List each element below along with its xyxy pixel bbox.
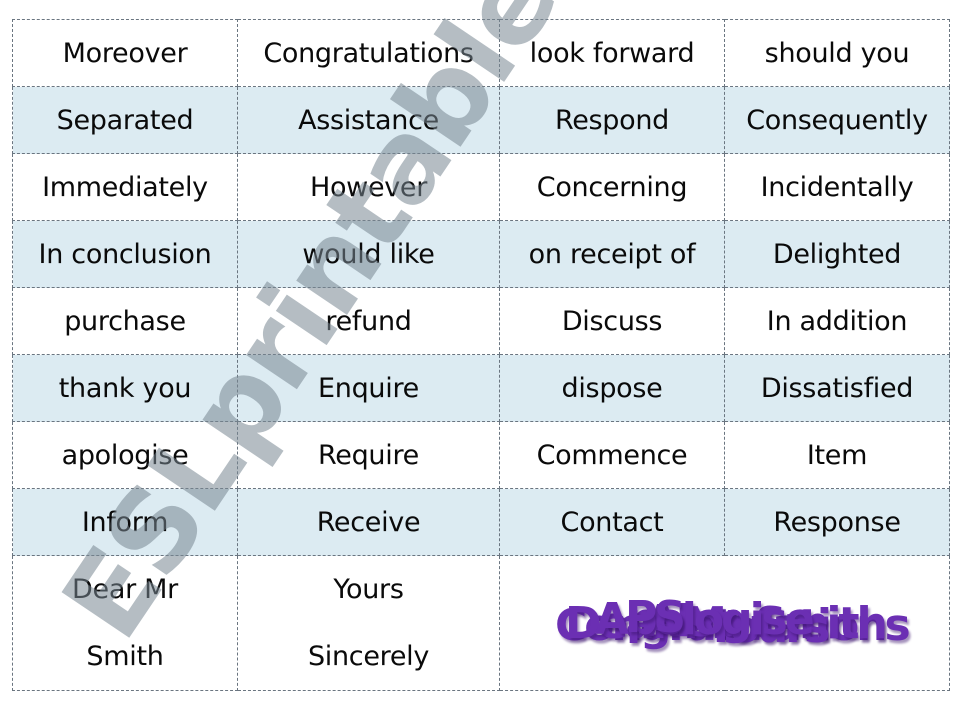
word-card[interactable]: would like (237, 220, 500, 288)
card-row: thank you Enquire dispose Dissatisfied (12, 354, 950, 422)
word-card[interactable]: Item (724, 421, 950, 489)
vocabulary-card-grid: Moreover Congratulations look forward sh… (12, 19, 950, 691)
word-card[interactable]: thank you (12, 354, 238, 422)
word-card[interactable]: Discuss (499, 287, 725, 355)
word-card[interactable]: Contact (499, 488, 725, 556)
card-row: apologise Require Commence Item (12, 421, 950, 489)
worksheet: Moreover Congratulations look forward sh… (0, 0, 960, 720)
word-card[interactable]: apologise (12, 421, 238, 489)
card-row: Inform Receive Contact Response (12, 488, 950, 556)
card-line: Dear Mr (72, 574, 178, 605)
word-card[interactable]: Enquire (237, 354, 500, 422)
word-card[interactable]: Moreover (12, 19, 238, 87)
word-card[interactable]: refund (237, 287, 500, 355)
word-card[interactable]: Require (237, 421, 500, 489)
word-card[interactable]: Consequently (724, 86, 950, 154)
card-row: In conclusion would like on receipt of D… (12, 220, 950, 288)
word-card[interactable]: Incidentally (724, 153, 950, 221)
word-card[interactable]: Immediately (12, 153, 238, 221)
word-card[interactable]: dispose (499, 354, 725, 422)
word-card[interactable]: In conclusion (12, 220, 238, 288)
word-card[interactable]: Receive (237, 488, 500, 556)
card-line: Smith (86, 641, 164, 672)
word-card[interactable]: Congratulations (237, 19, 500, 87)
card-line: Yours (333, 574, 404, 605)
word-card[interactable]: Assistance (237, 86, 500, 154)
word-card[interactable]: Delighted (724, 220, 950, 288)
word-card[interactable]: Separated (12, 86, 238, 154)
word-card[interactable]: In addition (724, 287, 950, 355)
card-row: Moreover Congratulations look forward sh… (12, 19, 950, 87)
word-card[interactable]: Respond (499, 86, 725, 154)
word-card[interactable]: Dissatisfied (724, 354, 950, 422)
word-card[interactable]: purchase (12, 287, 238, 355)
word-card[interactable]: Concerning (499, 153, 725, 221)
word-card-yours-sincerely[interactable]: Yours Sincerely (237, 555, 500, 691)
card-row: Immediately However Concerning Incidenta… (12, 153, 950, 221)
word-card[interactable]: Inform (12, 488, 238, 556)
card-row: Separated Assistance Respond Consequentl… (12, 86, 950, 154)
word-card[interactable]: look forward (499, 19, 725, 87)
title-card (499, 555, 950, 691)
card-line: Sincerely (307, 641, 430, 672)
word-card[interactable]: However (237, 153, 500, 221)
word-card[interactable]: Response (724, 488, 950, 556)
card-row-final: Dear Mr Smith Yours Sincerely (12, 555, 950, 691)
word-card[interactable]: Commence (499, 421, 725, 489)
card-row: purchase refund Discuss In addition (12, 287, 950, 355)
word-card[interactable]: on receipt of (499, 220, 725, 288)
word-card-dear-mr-smith[interactable]: Dear Mr Smith (12, 555, 238, 691)
word-card[interactable]: should you (724, 19, 950, 87)
